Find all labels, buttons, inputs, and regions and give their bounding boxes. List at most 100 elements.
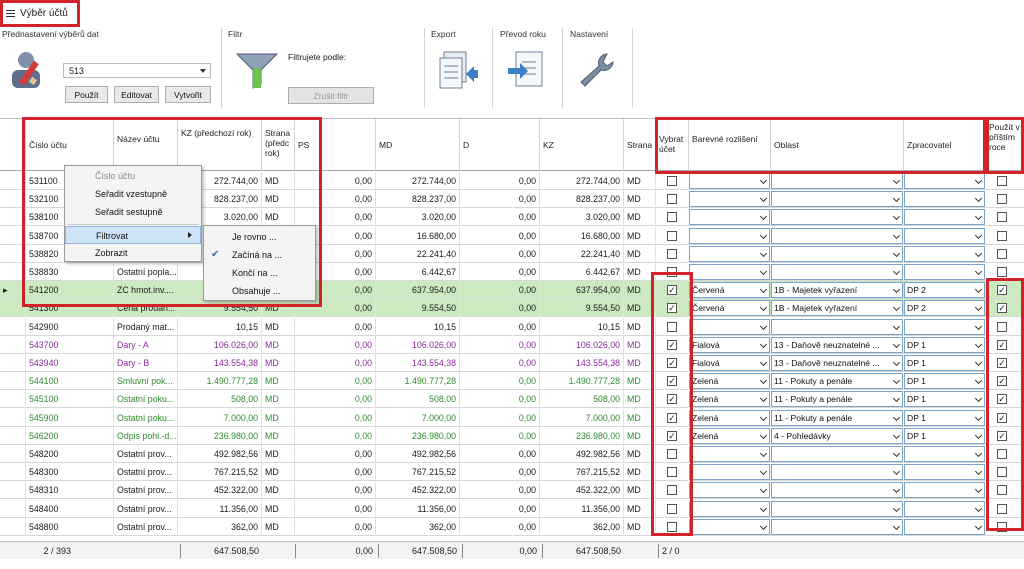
table-row[interactable]: ▸ 541200 ZC hmot.inv.... 0,00 637.954,00 0,00…	[0, 281, 1024, 300]
color-select[interactable]: Červená	[689, 300, 770, 317]
use-next-year-checkbox[interactable]: ✓	[997, 339, 1007, 350]
color-select[interactable]: Zelená	[689, 409, 770, 426]
area-select[interactable]	[771, 482, 903, 499]
processor-select[interactable]	[904, 173, 985, 189]
area-select[interactable]: 11 - Pokuty a penále	[771, 409, 903, 426]
select-account-checkbox[interactable]	[667, 503, 677, 514]
preset-select[interactable]: 513	[63, 63, 211, 78]
area-select[interactable]	[771, 500, 903, 517]
row-header[interactable]	[0, 372, 26, 391]
submenu-item-starts-with[interactable]: ✔ Začíná na ...	[204, 246, 315, 264]
column-header-nazev[interactable]: Název účtu	[114, 119, 178, 171]
processor-select[interactable]: DP 1	[904, 427, 985, 444]
column-header-d[interactable]: D	[460, 119, 540, 171]
create-button[interactable]: Vytvořit	[165, 86, 211, 103]
table-row[interactable]: 548300 Ostatní prov... 767.215,52 MD 0,00 767…	[0, 463, 1024, 482]
table-row[interactable]: 546200 Odpis pohl.-d... 236.980,00 MD 0,00 23…	[0, 426, 1024, 445]
row-header[interactable]	[0, 299, 26, 318]
processor-select[interactable]: DP 1	[904, 373, 985, 390]
select-account-checkbox[interactable]	[667, 176, 677, 186]
row-header[interactable]	[0, 408, 26, 427]
color-select[interactable]	[689, 482, 770, 499]
processor-select[interactable]	[904, 318, 985, 335]
area-select[interactable]: 1B - Majetek vyřazení	[771, 282, 903, 299]
column-header-strana[interactable]: Strana	[624, 119, 656, 171]
select-account-checkbox[interactable]	[667, 248, 677, 259]
column-header-cislo[interactable]: Číslo účtu	[26, 119, 114, 171]
processor-select[interactable]	[904, 464, 985, 481]
use-next-year-checkbox[interactable]: ✓	[997, 303, 1007, 314]
row-header[interactable]	[0, 263, 26, 281]
use-next-year-checkbox[interactable]: ✓	[997, 285, 1007, 296]
submenu-item-equals[interactable]: Je rovno ...	[204, 228, 315, 246]
row-header[interactable]	[0, 517, 26, 536]
column-header-kz[interactable]: KZ	[540, 119, 624, 171]
row-header[interactable]	[0, 244, 26, 263]
column-header-strana-prev[interactable]: Strana (předc rok)	[262, 119, 295, 171]
table-row[interactable]: 542900 Prodaný mat... 10,15 MD 0,00 10,15 0,00…	[0, 317, 1024, 336]
select-account-checkbox[interactable]: ✓	[667, 394, 677, 405]
color-select[interactable]	[689, 446, 770, 462]
use-next-year-checkbox[interactable]	[997, 485, 1007, 496]
row-header[interactable]	[0, 226, 26, 245]
column-header-zpracovatel[interactable]: Zpracovatel	[904, 119, 986, 171]
color-select[interactable]: Fialová	[689, 336, 770, 353]
use-next-year-checkbox[interactable]	[997, 467, 1007, 478]
select-account-checkbox[interactable]: ✓	[667, 412, 677, 423]
table-row[interactable]: 541300 Cena prodan... 9.554,50 MD 0,00 9.554,…	[0, 299, 1024, 318]
row-header[interactable]	[0, 445, 26, 463]
color-select[interactable]	[689, 518, 770, 535]
table-row[interactable]: 548800 Ostatní prov... 362,00 MD 0,00 362,00 0…	[0, 517, 1024, 536]
use-next-year-checkbox[interactable]	[997, 321, 1007, 332]
use-next-year-checkbox[interactable]	[997, 267, 1007, 277]
use-next-year-checkbox[interactable]	[997, 503, 1007, 514]
row-header[interactable]	[0, 172, 26, 190]
row-header[interactable]	[0, 426, 26, 445]
wrench-icon[interactable]	[577, 50, 617, 90]
column-header-kz-prev[interactable]: KZ (předchozí rok)	[178, 119, 262, 171]
color-select[interactable]	[689, 191, 770, 208]
select-account-checkbox[interactable]	[667, 267, 677, 277]
row-header[interactable]	[0, 190, 26, 209]
color-select[interactable]	[689, 245, 770, 262]
menu-item-filter[interactable]: Filtrovat	[65, 226, 201, 244]
area-select[interactable]: 4 - Pohledávky	[771, 427, 903, 444]
area-select[interactable]	[771, 264, 903, 280]
row-header[interactable]	[0, 335, 26, 354]
processor-select[interactable]	[904, 500, 985, 517]
area-select[interactable]	[771, 209, 903, 226]
edit-button[interactable]: Editovat	[114, 86, 159, 103]
select-account-checkbox[interactable]	[667, 521, 677, 532]
table-row[interactable]: 545100 Ostatní poku... 508,00 MD 0,00 508,00 0…	[0, 390, 1024, 409]
select-account-checkbox[interactable]: ✓	[667, 339, 677, 350]
table-row[interactable]: 543700 Dary - A 106.026,00 MD 0,00 106.026,00…	[0, 335, 1024, 354]
processor-select[interactable]: DP 1	[904, 355, 985, 371]
area-select[interactable]	[771, 245, 903, 262]
color-select[interactable]: Fialová	[689, 355, 770, 371]
processor-select[interactable]	[904, 482, 985, 499]
area-select[interactable]	[771, 464, 903, 481]
select-account-checkbox[interactable]	[667, 212, 677, 223]
select-account-checkbox[interactable]	[667, 230, 677, 241]
processor-select[interactable]	[904, 518, 985, 535]
area-select[interactable]: 13 - Daňově neuznatelné ...	[771, 336, 903, 353]
column-header-md[interactable]: MD	[376, 119, 460, 171]
processor-select[interactable]: DP 1	[904, 391, 985, 408]
color-select[interactable]: Zelená	[689, 391, 770, 408]
select-account-checkbox[interactable]	[667, 194, 677, 205]
window-title[interactable]: Výběr účtů	[0, 0, 80, 27]
submenu-item-contains[interactable]: Obsahuje ...	[204, 282, 315, 300]
area-select[interactable]	[771, 191, 903, 208]
column-header-pouzit[interactable]: Použít v příštím roce	[986, 119, 1024, 171]
use-next-year-checkbox[interactable]	[997, 230, 1007, 241]
menu-item-show[interactable]: Zobrazit	[65, 244, 201, 262]
column-header-oblast[interactable]: Oblast	[771, 119, 904, 171]
area-select[interactable]	[771, 227, 903, 244]
column-header-ps[interactable]: PS	[295, 119, 376, 171]
menu-item-sort-descending[interactable]: Seřadit sestupně	[65, 203, 201, 221]
area-select[interactable]	[771, 518, 903, 535]
use-next-year-checkbox[interactable]	[997, 194, 1007, 205]
select-account-checkbox[interactable]: ✓	[667, 376, 677, 387]
table-row[interactable]: 545900 Ostatní poku... 7.000,00 MD 0,00 7.000…	[0, 408, 1024, 427]
processor-select[interactable]: DP 1	[904, 409, 985, 426]
